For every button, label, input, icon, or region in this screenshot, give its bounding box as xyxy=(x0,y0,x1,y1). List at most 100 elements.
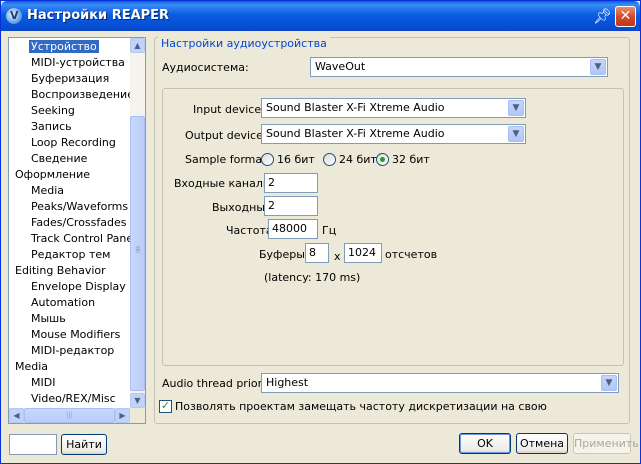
tree-item[interactable]: Media xyxy=(15,359,48,375)
tree-item-label: Буферизация xyxy=(31,72,110,85)
input-device-label: Input device: xyxy=(193,103,265,116)
tree-item-label: Устройство xyxy=(29,40,99,53)
window-title: Настройки REAPER xyxy=(27,8,170,23)
pin-icon[interactable]: 📌︎ xyxy=(593,6,612,26)
allow-projects-label[interactable]: Позволять проектам замещать частоту диск… xyxy=(175,400,547,413)
tree-item-label: MIDI xyxy=(31,376,56,389)
tree-item[interactable]: MIDI-редактор xyxy=(31,343,114,359)
chevron-down-icon[interactable]: ▼ xyxy=(601,375,617,391)
close-button[interactable]: ✕ xyxy=(615,6,636,27)
audio-system-select[interactable]: WaveOut ▼ xyxy=(310,57,608,77)
tree-item[interactable]: Сведение xyxy=(31,151,87,167)
scroll-right-icon[interactable]: ▶ xyxy=(115,408,130,423)
tree-item[interactable]: MIDI xyxy=(31,375,55,391)
tree-item[interactable]: Запись xyxy=(31,119,72,135)
input-channels-field[interactable]: 2 xyxy=(264,173,318,193)
input-device-value: Sound Blaster X-Fi Xtreme Audio xyxy=(266,101,445,114)
sample-rate-label: Частота xyxy=(226,224,273,237)
sample-format-32-label[interactable]: 32 бит xyxy=(392,153,430,166)
tree-item-label: Fades/Crossfades xyxy=(31,216,127,229)
chevron-down-icon[interactable]: ▼ xyxy=(508,126,524,142)
tree-item[interactable]: Automation xyxy=(31,295,95,311)
tree-item-label: Track Control Panels xyxy=(31,232,142,245)
tree-item-label: Редактор тем xyxy=(31,248,111,261)
tree-item-label: MIDI-редактор xyxy=(31,344,115,357)
tree-item-label: Запись xyxy=(31,120,72,133)
tree-item[interactable]: Track Control Panels xyxy=(31,231,142,247)
buffers-x-label: x xyxy=(334,250,341,263)
title-bar[interactable]: V Настройки REAPER 📌︎ ✕ xyxy=(1,1,640,31)
audio-system-label: Аудиосистема: xyxy=(162,61,249,74)
tree-item[interactable]: Editing Behavior xyxy=(15,263,106,279)
tree-horizontal-scrollbar[interactable]: ◀ ||| ▶ xyxy=(9,408,130,423)
sample-format-32-radio[interactable] xyxy=(376,153,389,166)
thread-priority-value: Highest xyxy=(266,376,309,389)
tree-item-label: Editing Behavior xyxy=(15,264,106,277)
scroll-down-icon[interactable]: ▼ xyxy=(130,393,145,408)
reaper-app-icon: V xyxy=(6,8,22,24)
sample-rate-field[interactable]: 48000 xyxy=(268,219,318,239)
tree-item[interactable]: Seeking xyxy=(31,103,75,119)
buffers-count-field[interactable]: 8 xyxy=(305,243,329,263)
tree-item[interactable]: Устройство xyxy=(29,39,99,55)
tree-item[interactable]: Loop Recording xyxy=(31,135,116,151)
input-device-select[interactable]: Sound Blaster X-Fi Xtreme Audio ▼ xyxy=(261,98,526,118)
apply-button[interactable]: Применить xyxy=(573,433,639,454)
output-channels-field[interactable]: 2 xyxy=(264,196,318,216)
tree-item[interactable]: Буферизация xyxy=(31,71,109,87)
output-device-value: Sound Blaster X-Fi Xtreme Audio xyxy=(266,127,445,140)
audio-system-value: WaveOut xyxy=(315,60,366,73)
find-button[interactable]: Найти xyxy=(61,434,107,455)
tree-item[interactable]: Редактор тем xyxy=(31,247,110,263)
sample-format-label: Sample format: xyxy=(185,153,271,166)
tree-item-label: Воспроизведение xyxy=(31,88,134,101)
tree-item-label: Media xyxy=(15,360,49,373)
sample-format-16-radio[interactable] xyxy=(261,153,274,166)
chevron-down-icon[interactable]: ▼ xyxy=(508,100,524,116)
tree-item[interactable]: Media xyxy=(31,183,64,199)
tree-item-label: Envelope Display xyxy=(31,280,126,293)
output-device-select[interactable]: Sound Blaster X-Fi Xtreme Audio ▼ xyxy=(261,124,526,144)
tree-vertical-scrollbar[interactable]: ▲ ≡ ≡ ▼ xyxy=(130,38,145,408)
latency-readout: (latency: 170 ms) xyxy=(264,271,361,284)
scroll-left-icon[interactable]: ◀ xyxy=(9,408,24,423)
chevron-down-icon[interactable]: ▼ xyxy=(590,59,606,75)
sample-format-24-label[interactable]: 24 бит xyxy=(339,153,377,166)
cancel-button[interactable]: Отмена xyxy=(516,433,568,454)
ok-button[interactable]: OK xyxy=(459,433,511,454)
allow-projects-checkbox[interactable]: ✓ xyxy=(159,400,172,413)
tree-item-label: Сведение xyxy=(31,152,88,165)
tree-item-label: Loop Recording xyxy=(31,136,116,149)
sample-rate-unit: Гц xyxy=(322,224,337,237)
scroll-up-icon[interactable]: ▲ xyxy=(130,38,145,53)
scroll-thumb[interactable]: ≡ ≡ xyxy=(130,116,145,391)
scroll-corner xyxy=(130,408,145,423)
search-input[interactable] xyxy=(9,434,57,455)
input-channels-label: Входные каналы: xyxy=(174,177,276,190)
tree-item[interactable]: Mouse Modifiers xyxy=(31,327,120,343)
output-channels-label: Выходные xyxy=(212,201,272,214)
tree-item[interactable]: Video/REX/Misc xyxy=(31,391,116,407)
tree-item[interactable]: Воспроизведение xyxy=(31,87,134,103)
hscroll-thumb[interactable]: ||| xyxy=(24,408,115,423)
buffers-label: Буферы: xyxy=(259,248,309,261)
sample-format-16-label[interactable]: 16 бит xyxy=(277,153,315,166)
tree-item[interactable]: Peaks/Waveforms xyxy=(31,199,128,215)
tree-item[interactable]: Envelope Display xyxy=(31,279,126,295)
tree-item-label: Мышь xyxy=(31,312,66,325)
tree-item-label: Peaks/Waveforms xyxy=(31,200,129,213)
group-title: Настройки аудиоустройства xyxy=(158,37,330,50)
buffer-size-field[interactable]: 1024 xyxy=(344,243,382,263)
tree-item-label: MIDI-устройства xyxy=(31,56,125,69)
thread-priority-select[interactable]: Highest ▼ xyxy=(261,373,619,393)
tree-item[interactable]: MIDI-устройства xyxy=(31,55,125,71)
output-device-label: Output device: xyxy=(185,129,267,142)
tree-item[interactable]: Оформление xyxy=(15,167,90,183)
tree-item[interactable]: Мышь xyxy=(31,311,66,327)
tree-item-label: Mouse Modifiers xyxy=(31,328,121,341)
sample-format-24-radio[interactable] xyxy=(323,153,336,166)
tree-item[interactable]: Fades/Crossfades xyxy=(31,215,127,231)
category-tree: Устройство MIDI-устройства Буферизация Восп… xyxy=(8,37,146,424)
tree-item-label: Automation xyxy=(31,296,96,309)
buffer-size-unit: отсчетов xyxy=(385,248,438,261)
